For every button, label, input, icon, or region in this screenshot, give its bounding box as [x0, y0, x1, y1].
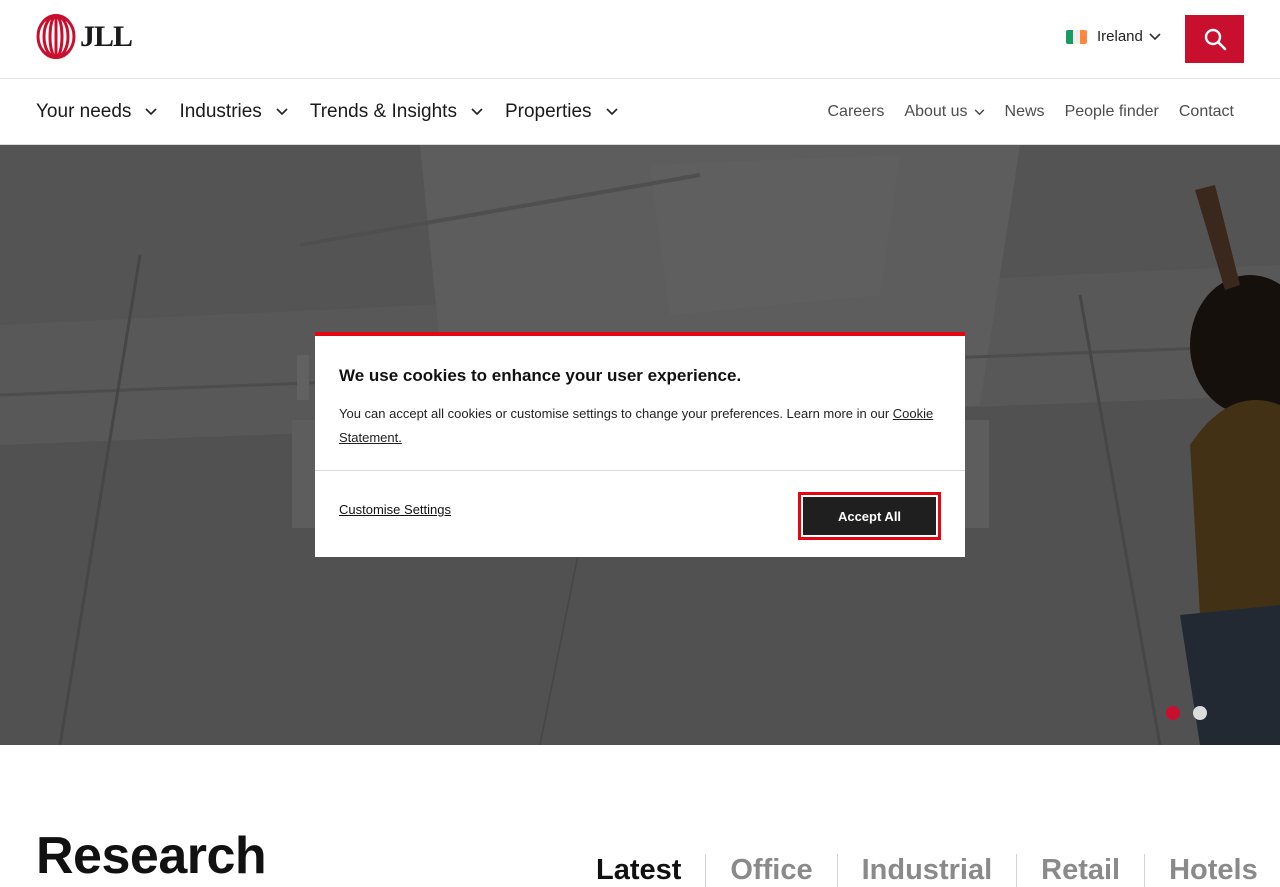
main-navigation: Your needs Industries Trends & Insights …	[0, 79, 1280, 145]
customise-settings-link[interactable]: Customise Settings	[339, 502, 451, 517]
carousel-dot[interactable]	[1193, 706, 1207, 720]
carousel-dot-active[interactable]	[1166, 706, 1180, 720]
tab-latest[interactable]: Latest	[572, 854, 705, 887]
tab-office[interactable]: Office	[705, 854, 836, 887]
nav-item-industries[interactable]: Industries	[179, 101, 288, 123]
nav-link-people-finder[interactable]: People finder	[1065, 103, 1159, 121]
accept-all-button[interactable]: Accept All	[803, 497, 936, 535]
secondary-nav: Careers About us News People finder Cont…	[827, 79, 1234, 145]
carousel-dots	[1166, 706, 1207, 720]
nav-label: Your needs	[36, 101, 132, 122]
cookie-description: You can accept all cookies or customise …	[339, 402, 939, 450]
accept-all-focus-ring: Accept All	[798, 492, 941, 540]
country-label: Ireland	[1097, 28, 1143, 45]
search-button[interactable]	[1185, 15, 1244, 63]
search-icon	[1204, 28, 1226, 51]
chevron-down-icon	[145, 108, 158, 116]
research-tabs: Latest Office Industrial Retail Hotels	[572, 854, 1280, 887]
top-bar: JLL Ireland	[0, 0, 1280, 79]
jll-logo-mark-icon	[36, 14, 76, 59]
logo-text: JLL	[80, 19, 133, 53]
nav-item-properties[interactable]: Properties	[505, 101, 618, 123]
chevron-down-icon	[974, 108, 984, 115]
nav-link-about-us[interactable]: About us	[904, 103, 984, 121]
chevron-down-icon	[276, 108, 288, 116]
chevron-down-icon	[471, 108, 483, 116]
nav-item-your-needs[interactable]: Your needs	[36, 101, 158, 123]
primary-nav: Your needs Industries Trends & Insights …	[36, 79, 640, 145]
nav-link-careers[interactable]: Careers	[827, 103, 884, 121]
cookie-title: We use cookies to enhance your user expe…	[339, 366, 742, 385]
nav-label: Careers	[827, 103, 885, 120]
tab-hotels[interactable]: Hotels	[1144, 854, 1280, 887]
nav-item-trends-insights[interactable]: Trends & Insights	[310, 101, 483, 123]
tab-retail[interactable]: Retail	[1016, 854, 1144, 887]
jll-logo[interactable]: JLL	[36, 14, 133, 59]
nav-label: Properties	[504, 101, 592, 122]
nav-label: Industries	[179, 101, 262, 122]
nav-label: People finder	[1064, 103, 1159, 120]
nav-label: Contact	[1178, 103, 1234, 120]
nav-label: About us	[904, 103, 968, 120]
chevron-down-icon	[605, 108, 618, 116]
nav-link-news[interactable]: News	[1005, 103, 1045, 121]
cookie-consent-dialog: We use cookies to enhance your user expe…	[315, 332, 965, 557]
country-selector[interactable]: Ireland	[1066, 28, 1161, 45]
nav-link-contact[interactable]: Contact	[1179, 103, 1234, 121]
ireland-flag-icon	[1066, 29, 1087, 44]
nav-label: Trends & Insights	[309, 101, 457, 122]
nav-label: News	[1004, 103, 1045, 120]
research-heading: Research	[36, 827, 267, 885]
divider	[315, 470, 965, 471]
tab-industrial[interactable]: Industrial	[836, 854, 1017, 887]
cookie-body-text: You can accept all cookies or customise …	[339, 406, 893, 421]
chevron-down-icon	[1149, 32, 1161, 40]
